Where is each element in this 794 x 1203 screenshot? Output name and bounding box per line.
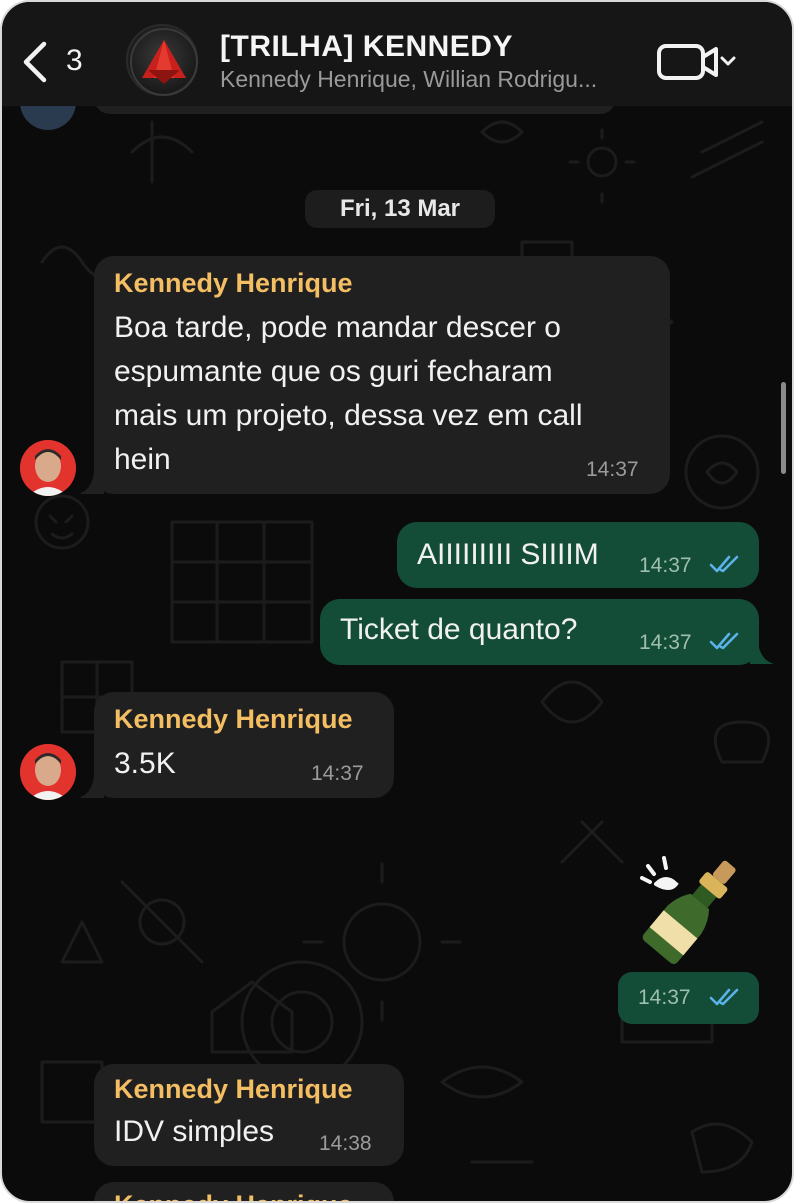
- message-text: Ticket de quanto?: [340, 613, 578, 646]
- chevron-down-icon: [720, 56, 736, 66]
- chevron-left-icon[interactable]: [20, 40, 50, 84]
- date-separator: Fri, 13 Mar: [305, 190, 495, 228]
- message-time: 14:37: [586, 458, 639, 481]
- video-call-button[interactable]: [656, 42, 740, 82]
- sender-name[interactable]: Kennedy Henrique: [114, 704, 353, 735]
- message-text: AIIIIIIIII SIIIIM: [417, 538, 599, 571]
- group-avatar[interactable]: [126, 24, 198, 96]
- video-camera-icon: [657, 44, 718, 80]
- user-avatar-image: [20, 744, 76, 800]
- chat-header: 3 [TRILHA] KENNEDY Kennedy Henrique, Wil…: [2, 2, 792, 106]
- message-text: Boa tarde, pode mandar descer o espumant…: [114, 311, 583, 476]
- message-bubble[interactable]: Ticket de quanto? 14:37: [320, 599, 759, 665]
- sender-name[interactable]: Kennedy Henrique: [114, 1074, 353, 1105]
- chat-members[interactable]: Kennedy Henrique, Willian Rodrigu...: [220, 66, 640, 93]
- message-bubble[interactable]: AIIIIIIIII SIIIIM 14:37: [397, 522, 759, 588]
- message-bubble[interactable]: Kennedy Henrique: [94, 1182, 394, 1201]
- user-avatar-image: [20, 440, 76, 496]
- message-time: 14:37: [638, 986, 691, 1009]
- bubble-tail: [78, 776, 104, 798]
- message-bubble[interactable]: Kennedy Henrique Boa tarde, pode mandar …: [94, 256, 670, 494]
- chat-title[interactable]: [TRILHA] KENNEDY: [220, 30, 513, 64]
- message-time: 14:37: [639, 631, 692, 654]
- sender-name[interactable]: Kennedy Henrique: [114, 268, 353, 299]
- chat-screen: 3 [TRILHA] KENNEDY Kennedy Henrique, Wil…: [0, 0, 794, 1203]
- message-time: 14:37: [311, 762, 364, 785]
- double-check-icon: [709, 632, 739, 650]
- message-time: 14:38: [319, 1132, 372, 1155]
- message-text: 3.5K: [114, 747, 176, 780]
- message-time-chip[interactable]: 14:37: [618, 972, 759, 1024]
- unread-count[interactable]: 3: [66, 44, 83, 78]
- sender-name[interactable]: Kennedy Henrique: [114, 1190, 353, 1201]
- avatar[interactable]: [20, 440, 76, 496]
- message-bubble[interactable]: Kennedy Henrique 3.5K 14:37: [94, 692, 394, 798]
- message-time: 14:37: [639, 554, 692, 577]
- group-logo-icon: [130, 28, 198, 96]
- double-check-icon: [709, 555, 739, 573]
- message-bubble[interactable]: Kennedy Henrique IDV simples 14:38: [94, 1064, 404, 1166]
- message-text: IDV simples: [114, 1115, 275, 1148]
- avatar[interactable]: [20, 744, 76, 800]
- bubble-tail: [78, 472, 104, 494]
- champagne-sticker[interactable]: [634, 844, 758, 968]
- scrollbar[interactable]: [781, 382, 786, 474]
- bubble-tail: [750, 642, 774, 664]
- double-check-icon: [709, 988, 739, 1006]
